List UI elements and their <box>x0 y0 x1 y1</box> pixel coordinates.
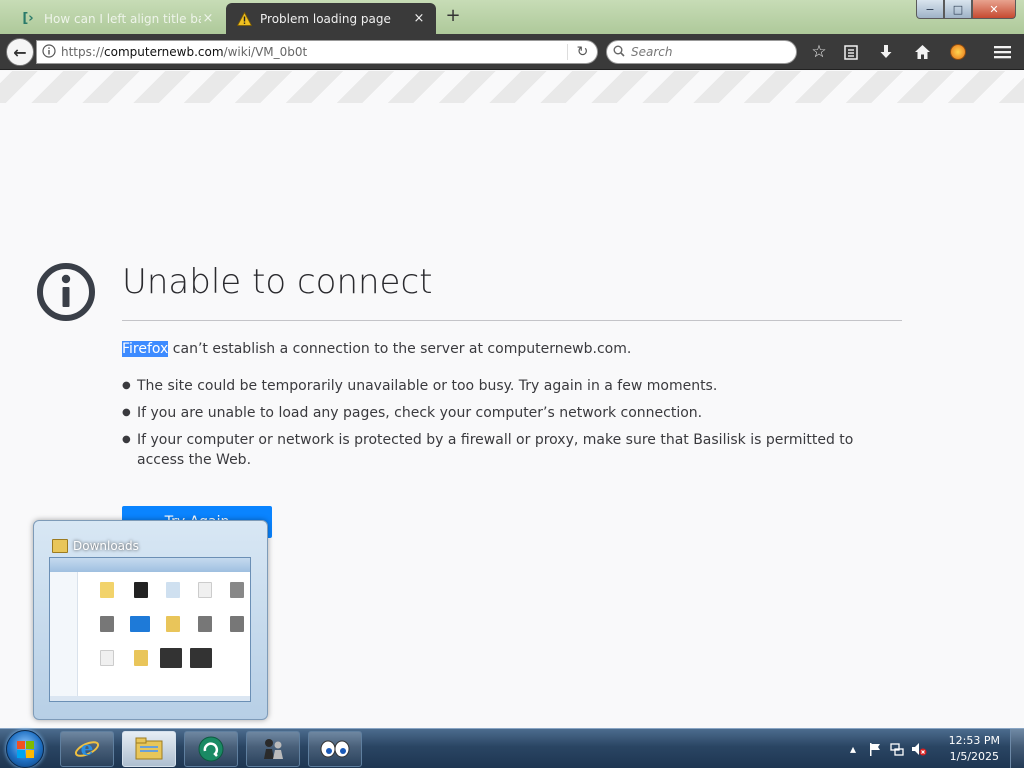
minimize-button[interactable]: − <box>916 0 944 19</box>
action-center-flag-icon[interactable] <box>864 739 886 759</box>
search-input[interactable] <box>631 45 781 59</box>
taskbar-file-explorer[interactable] <box>122 731 176 767</box>
navigation-toolbar: ← https://computernewb.com/wiki/VM_0b0t … <box>0 34 1024 70</box>
hamburger-icon[interactable] <box>990 40 1014 64</box>
close-window-button[interactable]: ✕ <box>972 0 1016 19</box>
file-icon <box>134 582 148 598</box>
loading-stripe-decoration <box>0 71 1024 103</box>
file-icon <box>100 616 114 632</box>
url-text[interactable]: https://computernewb.com/wiki/VM_0b0t <box>61 45 567 59</box>
taskbar-eyes-app[interactable] <box>308 731 362 767</box>
folder-icon <box>52 539 68 553</box>
thumbnail-status-bar <box>50 696 250 701</box>
file-icon <box>166 582 180 598</box>
green-circle-app-icon <box>198 736 224 762</box>
star-icon[interactable]: ☆ <box>807 40 831 64</box>
file-icon <box>198 582 212 598</box>
network-icon[interactable] <box>886 739 908 759</box>
downloads-window-thumbnail <box>49 557 251 702</box>
taskbar-chess[interactable] <box>246 731 300 767</box>
file-icon <box>100 582 114 598</box>
taskbar-thumbnail-preview[interactable]: Downloads <box>33 520 268 720</box>
clipboard-icon[interactable] <box>839 40 863 64</box>
list-item: If your computer or network is protected… <box>122 430 902 470</box>
preview-title-text: Downloads <box>73 539 139 553</box>
selected-text: Firefox <box>122 341 169 357</box>
document-bracket-icon: [› <box>22 11 34 26</box>
file-icon <box>100 650 114 666</box>
error-suggestion-list: The site could be temporarily unavailabl… <box>122 376 902 477</box>
folder-icon <box>135 737 163 760</box>
taskbar: e ▴ 12:53 PM 1/5/2025 <box>0 728 1024 768</box>
windows-logo-icon <box>16 740 34 758</box>
download-icon[interactable] <box>874 40 898 64</box>
error-title: Unable to connect <box>122 262 433 302</box>
svg-text:e: e <box>81 736 94 760</box>
info-icon[interactable] <box>37 43 61 61</box>
taskbar-app-green[interactable] <box>184 731 238 767</box>
back-button[interactable]: ← <box>6 38 34 66</box>
maximize-button[interactable]: □ <box>944 0 972 19</box>
eyes-icon <box>320 740 350 758</box>
tab-strip: [› How can I left align title ba... × Pr… <box>0 0 1024 34</box>
home-icon[interactable] <box>910 40 934 64</box>
file-icon <box>134 650 148 666</box>
preview-title: Downloads <box>52 539 139 553</box>
reload-icon[interactable]: ↻ <box>567 44 597 60</box>
clock-time: 12:53 PM <box>948 734 1000 747</box>
tab-title: How can I left align title ba... <box>44 11 201 26</box>
chess-pawn-icon <box>264 739 283 759</box>
file-icon <box>198 616 212 632</box>
internet-explorer-icon: e <box>74 736 100 760</box>
info-circle-icon <box>36 262 96 322</box>
close-tab-icon[interactable]: × <box>412 11 426 26</box>
show-desktop-button[interactable] <box>1010 729 1024 768</box>
thumbnail-nav-pane <box>50 572 78 699</box>
url-host: computernewb.com <box>104 45 224 59</box>
start-button[interactable] <box>6 730 44 768</box>
url-prefix: https:// <box>61 45 105 59</box>
taskbar-internet-explorer[interactable]: e <box>60 731 114 767</box>
warning-icon <box>236 11 252 27</box>
show-hidden-icons-button[interactable]: ▴ <box>842 739 864 759</box>
tab-title: Problem loading page <box>260 11 391 26</box>
file-icon <box>166 616 180 632</box>
error-description: Firefox can’t establish a connection to … <box>122 341 631 357</box>
tab-problem-loading[interactable]: Problem loading page × <box>226 3 436 34</box>
file-icon <box>160 648 182 668</box>
search-icon <box>613 45 625 60</box>
tab-how-can-i[interactable]: [› How can I left align title ba... × <box>10 3 225 34</box>
list-item: The site could be temporarily unavailabl… <box>122 376 902 396</box>
description-text: can’t establish a connection to the serv… <box>168 341 632 357</box>
browser-extension-icon[interactable] <box>946 40 970 64</box>
system-tray: ▴ <box>842 729 930 768</box>
url-bar[interactable]: https://computernewb.com/wiki/VM_0b0t ↻ <box>36 40 598 64</box>
window-controls: − □ ✕ <box>916 0 1016 20</box>
clock[interactable]: 12:53 PM 1/5/2025 <box>949 733 1000 765</box>
title-divider <box>122 320 902 321</box>
volume-muted-icon[interactable] <box>908 739 930 759</box>
url-path: /wiki/VM_0b0t <box>223 45 308 59</box>
file-icon <box>130 616 150 632</box>
clock-date: 1/5/2025 <box>949 750 1000 763</box>
file-icon <box>230 582 244 598</box>
new-tab-button[interactable]: + <box>443 6 463 26</box>
list-item: If you are unable to load any pages, che… <box>122 403 902 423</box>
file-icon <box>190 648 212 668</box>
search-bar[interactable] <box>606 40 797 64</box>
file-icon <box>230 616 244 632</box>
thumbnail-toolbar <box>50 558 250 572</box>
browser-logo <box>950 44 966 60</box>
close-tab-icon[interactable]: × <box>201 11 215 26</box>
